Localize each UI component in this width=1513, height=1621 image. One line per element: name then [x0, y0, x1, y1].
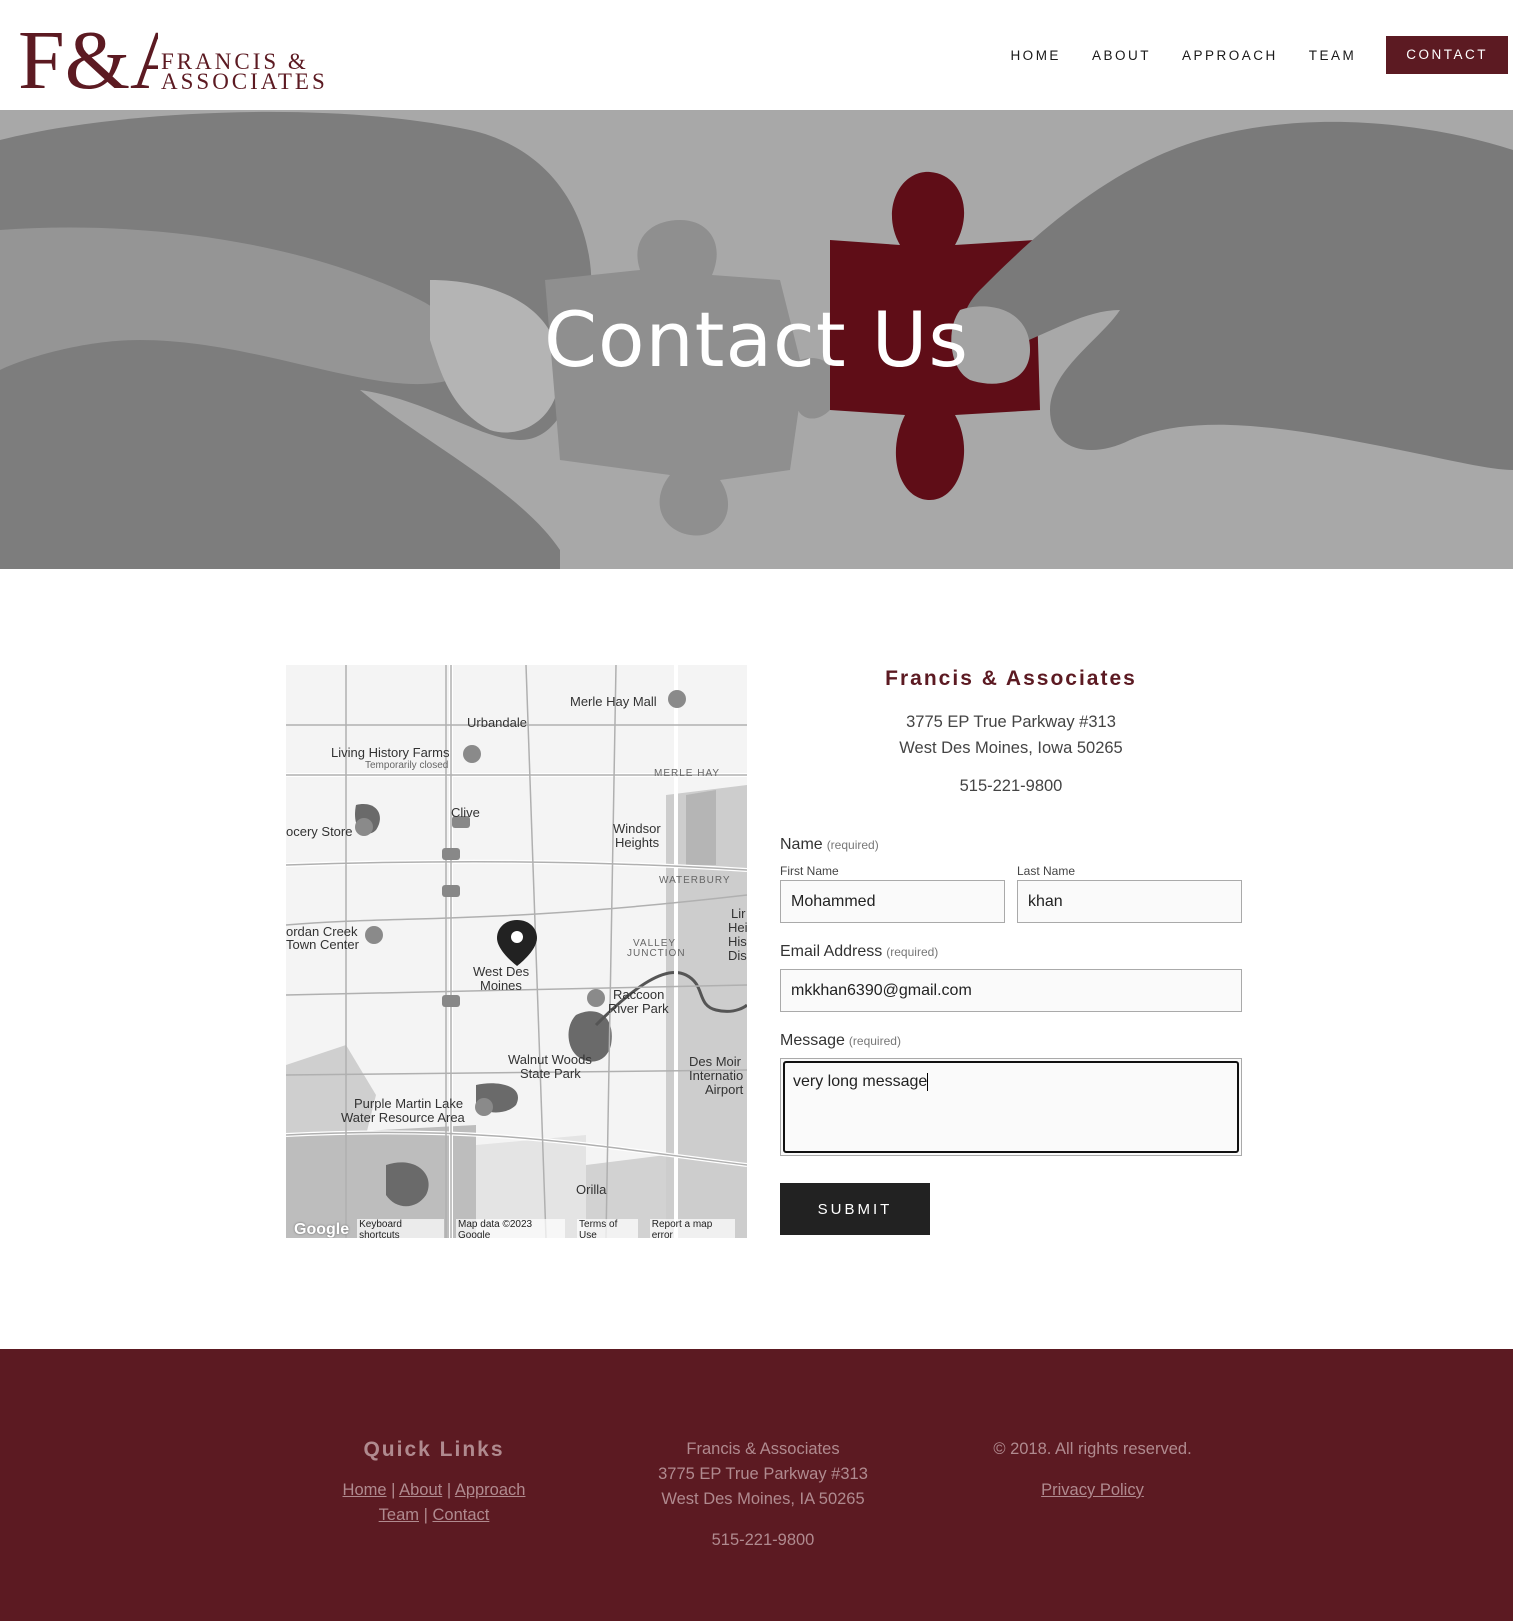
logo[interactable]: F&A FRANCIS & ASSOCIATES — [18, 14, 325, 96]
footer-addr-1: 3775 EP True Parkway #313 — [658, 1465, 868, 1483]
site-header: F&A FRANCIS & ASSOCIATES HOME ABOUT APPR… — [0, 0, 1513, 110]
map-label-lin-3: His — [728, 934, 747, 949]
page-title: Contact Us — [543, 295, 970, 384]
map-label-raccoon-2: River Park — [608, 1001, 669, 1016]
map-label-lin-4: Dis — [728, 948, 747, 963]
main-nav: HOME ABOUT APPROACH TEAM CONTACT — [1010, 36, 1513, 74]
map-label-purple-1: Purple Martin Lake — [354, 1096, 464, 1111]
hero-banner: Contact Us — [0, 110, 1513, 569]
map-label-jordan-2: Town Center — [286, 937, 359, 952]
address-line-2: West Des Moines, Iowa 50265 — [899, 739, 1123, 757]
keyboard-shortcuts-link[interactable]: Keyboard shortcuts — [357, 1219, 445, 1238]
terms-link[interactable]: Terms of Use — [577, 1219, 638, 1238]
name-label-text: Name — [780, 836, 823, 853]
nav-contact[interactable]: CONTACT — [1386, 36, 1508, 74]
map-label-dsm-2: Internatio — [689, 1068, 744, 1083]
first-name-label: First Name — [780, 864, 839, 878]
text-cursor — [927, 1073, 929, 1091]
email-input[interactable]: mkkhan6390@gmail.com — [780, 969, 1242, 1012]
nav-approach[interactable]: APPROACH — [1182, 48, 1278, 63]
map-label-grocery: ocery Store — [286, 824, 353, 839]
nav-about[interactable]: ABOUT — [1092, 48, 1151, 63]
nav-home[interactable]: HOME — [1010, 48, 1061, 63]
map-label-walnut-2: State Park — [520, 1066, 581, 1081]
last-name-label: Last Name — [1017, 864, 1076, 878]
footer-firm: Francis & Associates — [686, 1440, 840, 1458]
footer-link-about[interactable]: About — [399, 1481, 442, 1499]
address: 3775 EP True Parkway #313 West Des Moine… — [780, 709, 1242, 761]
map-label-waterbury: WATERBURY — [659, 875, 731, 886]
footer-quick-links: Quick Links Home | About | Approach Team… — [300, 1437, 568, 1528]
map-data-text: Map data ©2023 Google — [456, 1219, 566, 1238]
map-label-clive: Clive — [451, 805, 480, 820]
copyright: © 2018. All rights reserved. — [993, 1440, 1192, 1458]
map-label-valley-2: JUNCTION — [627, 948, 686, 959]
link-separator: | — [423, 1506, 428, 1524]
map-label-merle-hay-mall: Merle Hay Mall — [570, 694, 657, 709]
contact-form: Name (required) First Name Mohammed Last … — [780, 836, 1242, 1235]
links-row-1: Home | About | Approach — [300, 1478, 568, 1503]
footer-link-home[interactable]: Home — [343, 1481, 387, 1499]
logo-monogram: F&A — [18, 14, 158, 96]
google-logo[interactable]: Google — [294, 1221, 349, 1238]
email-label: Email Address (required) — [780, 943, 1242, 961]
map-label-walnut-1: Walnut Woods — [508, 1052, 592, 1067]
nav-team[interactable]: TEAM — [1309, 48, 1357, 63]
footer-link-team[interactable]: Team — [379, 1506, 419, 1524]
map-label-purple-2: Water Resource Area — [341, 1110, 465, 1125]
map-label-wdm-1: West Des — [473, 964, 530, 979]
name-required: (required) — [826, 838, 879, 852]
footer-address: Francis & Associates 3775 EP True Parkwa… — [600, 1437, 926, 1553]
name-label: Name (required) — [780, 836, 1242, 854]
map-label-dsm-3: Airport — [705, 1082, 744, 1097]
submit-button[interactable]: SUBMIT — [780, 1183, 930, 1235]
message-wrapper: very long message — [780, 1058, 1242, 1156]
map-label-urbandale: Urbandale — [467, 715, 527, 730]
phone-number: 515-221-9800 — [959, 777, 1063, 795]
map-label-temp-closed: Temporarily closed — [365, 760, 449, 771]
map-label-wdm-2: Moines — [480, 978, 522, 993]
site-footer: Quick Links Home | About | Approach Team… — [0, 1349, 1513, 1621]
message-label-text: Message — [780, 1032, 845, 1049]
map-label-merle-hay: MERLE HAY — [654, 768, 721, 779]
logo-line-2: ASSOCIATES — [161, 69, 328, 94]
email-required: (required) — [886, 945, 939, 959]
map-label-dsm-1: Des Moir — [689, 1054, 742, 1069]
contact-info: Francis & Associates 3775 EP True Parkwa… — [780, 665, 1242, 796]
footer-link-contact[interactable]: Contact — [432, 1506, 489, 1524]
message-label: Message (required) — [780, 1032, 1242, 1050]
privacy-policy-link[interactable]: Privacy Policy — [1041, 1481, 1144, 1499]
location-map[interactable]: Merle Hay Mall Urbandale Living History … — [286, 665, 747, 1238]
address-line-1: 3775 EP True Parkway #313 — [906, 713, 1116, 731]
last-name-input[interactable]: khan — [1017, 880, 1242, 923]
last-name-group: Last Name khan — [1017, 864, 1242, 923]
message-text: very long message — [793, 1073, 928, 1091]
message-required: (required) — [848, 1034, 901, 1048]
map-label-lin-2: Hei — [728, 920, 747, 935]
map-label-lin-1: Lir — [731, 906, 746, 921]
links-row-2: Team | Contact — [300, 1503, 568, 1528]
svg-text:F&A: F&A — [18, 14, 158, 96]
map-label-orilla: Orilla — [576, 1182, 607, 1197]
first-name-group: First Name Mohammed — [780, 864, 1005, 923]
message-input[interactable]: very long message — [783, 1061, 1239, 1153]
map-attribution: Google Keyboard shortcuts Map data ©2023… — [286, 1219, 747, 1238]
quick-links-heading: Quick Links — [363, 1438, 505, 1461]
name-row: First Name Mohammed Last Name khan — [780, 864, 1242, 923]
footer-phone: 515-221-9800 — [711, 1531, 815, 1549]
link-separator: | — [391, 1481, 396, 1499]
map-label-living-history: Living History Farms — [331, 745, 450, 760]
firm-name: Francis & Associates — [885, 667, 1137, 690]
map-label-windsor-2: Heights — [615, 835, 660, 850]
report-error-link[interactable]: Report a map error — [649, 1219, 736, 1238]
footer-link-approach[interactable]: Approach — [455, 1481, 526, 1499]
footer-addr-2: West Des Moines, IA 50265 — [661, 1490, 865, 1508]
footer-legal: © 2018. All rights reserved. Privacy Pol… — [950, 1437, 1235, 1503]
email-label-text: Email Address — [780, 943, 883, 960]
logo-text: FRANCIS & ASSOCIATES — [161, 50, 328, 94]
link-separator: | — [446, 1481, 452, 1499]
first-name-input[interactable]: Mohammed — [780, 880, 1005, 923]
map-label-raccoon-1: Raccoon — [613, 987, 665, 1002]
map-label-windsor-1: Windsor — [613, 821, 661, 836]
